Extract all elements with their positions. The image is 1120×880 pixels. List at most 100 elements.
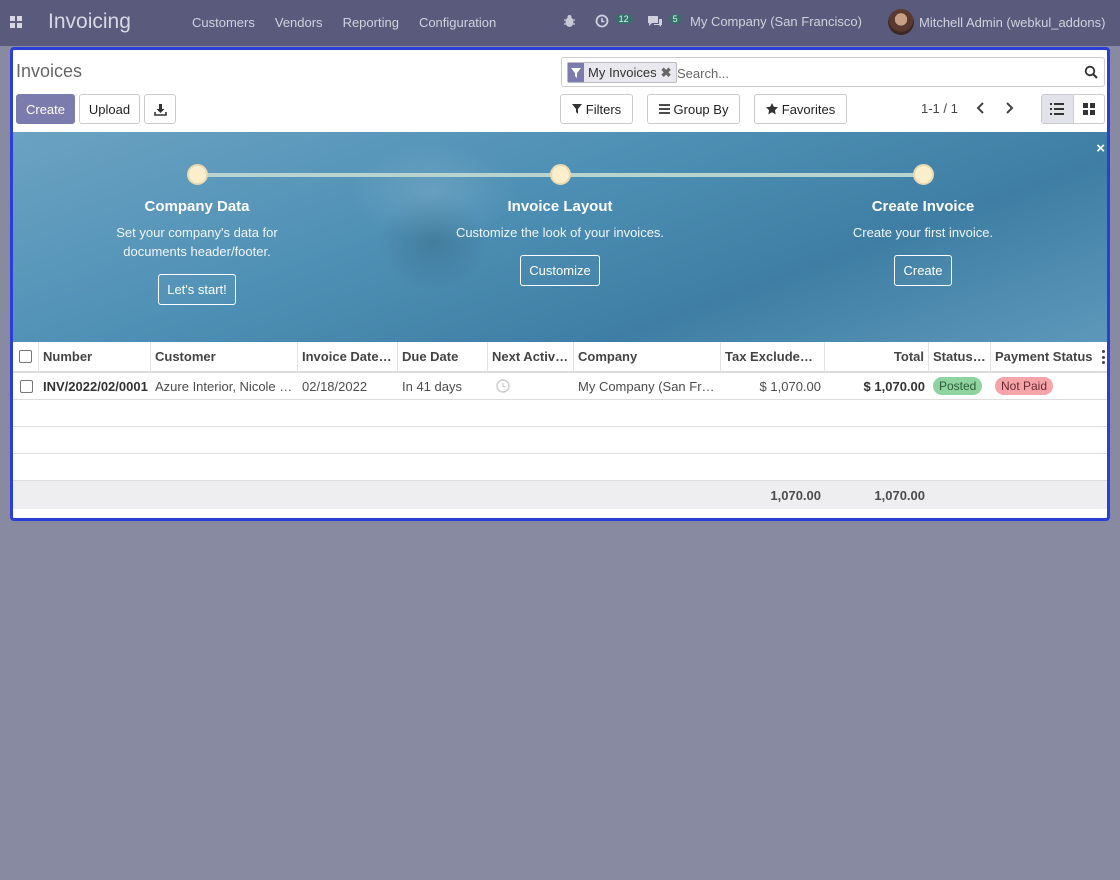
cell-total: $ 1,070.00 xyxy=(863,378,925,394)
page-title: Invoices xyxy=(16,61,83,81)
debug-bug-icon[interactable] xyxy=(563,14,576,31)
column-header-due-date[interactable]: Due Date xyxy=(398,342,488,371)
view-switcher xyxy=(1041,94,1105,124)
menu-item-vendors[interactable]: Vendors xyxy=(275,15,323,30)
payment-status-badge: Not Paid xyxy=(995,377,1054,395)
filter-funnel-icon xyxy=(568,63,584,82)
cell-next-activity[interactable] xyxy=(488,373,574,399)
cell-payment-status: Not Paid xyxy=(991,373,1107,399)
facet-remove-icon[interactable]: ✖ xyxy=(661,65,676,81)
column-header-next-activity[interactable]: Next Activ… xyxy=(488,342,574,371)
optional-columns-icon[interactable] xyxy=(1099,350,1107,364)
lets-start-button[interactable]: Let's start! xyxy=(158,274,236,305)
step-description-line2: documents header/footer. xyxy=(123,244,271,259)
step-dot-3 xyxy=(913,164,934,185)
invoice-table: Number Customer Invoice Date… Due Date N… xyxy=(13,342,1107,509)
menu-item-customers[interactable]: Customers xyxy=(192,15,255,30)
cell-tax-excluded: $ 1,070.00 xyxy=(759,378,821,394)
star-icon xyxy=(765,103,778,115)
cell-invoice-date: 02/18/2022 xyxy=(302,378,368,394)
activity-badge: 12 xyxy=(614,14,633,24)
apps-menu-icon[interactable] xyxy=(10,16,23,28)
customize-button[interactable]: Customize xyxy=(520,255,600,286)
favorites-button[interactable]: Favorites xyxy=(754,94,847,124)
group-by-label: Group By xyxy=(673,101,729,117)
messages-chat-icon[interactable]: 5 xyxy=(647,14,682,31)
step-invoice-layout: Invoice Layout Customize the look of you… xyxy=(440,198,680,286)
column-header-number[interactable]: Number xyxy=(39,342,151,371)
create-button[interactable]: Create xyxy=(16,94,75,124)
search-icon[interactable] xyxy=(1084,65,1098,79)
footer-tax-excluded: 1,070.00 xyxy=(770,487,821,503)
step-description: Create your first invoice. xyxy=(852,225,994,240)
chevron-left-icon[interactable] xyxy=(973,100,989,116)
search-bar: My Invoices ✖ xyxy=(561,57,1105,87)
filter-icon xyxy=(571,104,582,114)
column-header-company[interactable]: Company xyxy=(574,342,721,371)
upload-button[interactable]: Upload xyxy=(79,94,140,124)
favorites-label: Favorites xyxy=(781,101,836,117)
column-header-payment-status[interactable]: Payment Status xyxy=(991,342,1107,371)
avatar xyxy=(888,9,914,35)
pager-value[interactable]: 1-1 / 1 xyxy=(921,101,958,116)
column-header-customer[interactable]: Customer xyxy=(151,342,298,371)
app-brand[interactable]: Invoicing xyxy=(48,10,131,34)
top-navbar: Invoicing Customers Vendors Reporting Co… xyxy=(0,0,1120,46)
select-all-checkbox[interactable] xyxy=(19,350,32,363)
table-header: Number Customer Invoice Date… Due Date N… xyxy=(13,342,1107,373)
banner-close-icon[interactable]: × xyxy=(1096,140,1105,157)
kanban-view-icon[interactable] xyxy=(1074,95,1105,123)
cell-status: Posted xyxy=(929,373,991,399)
empty-row xyxy=(13,427,1107,454)
row-checkbox-cell[interactable] xyxy=(13,373,39,399)
table-footer: 1,070.00 1,070.00 xyxy=(13,481,1107,509)
filters-label: Filters xyxy=(585,101,622,117)
column-header-total[interactable]: Total xyxy=(825,342,929,371)
create-invoice-button[interactable]: Create xyxy=(894,255,952,286)
column-header-invoice-date[interactable]: Invoice Date… xyxy=(298,342,398,371)
step-create-invoice: Create Invoice Create your first invoice… xyxy=(803,198,1043,286)
activity-clock-icon[interactable]: 12 xyxy=(595,14,633,31)
menu-item-reporting[interactable]: Reporting xyxy=(343,15,399,30)
bars-icon xyxy=(658,104,670,114)
footer-total: 1,070.00 xyxy=(874,487,925,503)
search-input[interactable] xyxy=(677,62,1077,84)
user-menu[interactable]: Mitchell Admin (webkul_addons) xyxy=(888,9,1105,35)
menu-item-configuration[interactable]: Configuration xyxy=(419,15,496,30)
filters-button[interactable]: Filters xyxy=(560,94,633,124)
step-title: Create Invoice xyxy=(871,198,975,215)
column-header-tax-excluded[interactable]: Tax Exclude… xyxy=(721,342,825,371)
step-company-data: Company Data Set your company's data for… xyxy=(77,198,317,305)
download-icon xyxy=(153,103,167,116)
facet-label: My Invoices xyxy=(588,65,657,80)
table-row[interactable]: INV/2022/02/0001 Azure Interior, Nicole … xyxy=(13,373,1107,400)
empty-row xyxy=(13,400,1107,427)
user-name: Mitchell Admin (webkul_addons) xyxy=(919,14,1106,30)
column-header-status[interactable]: Status… xyxy=(929,342,991,371)
activity-clock-icon[interactable] xyxy=(496,379,510,393)
cell-company: My Company (San Fr… xyxy=(578,378,715,394)
step-title: Company Data xyxy=(144,198,250,215)
step-description: Set your company's data for xyxy=(116,225,278,240)
cell-customer: Azure Interior, Nicole … xyxy=(155,378,293,394)
empty-row xyxy=(13,454,1107,481)
row-checkbox[interactable] xyxy=(19,379,33,393)
chevron-right-icon[interactable] xyxy=(1001,100,1017,116)
status-badge: Posted xyxy=(933,377,983,395)
select-all-checkbox-cell[interactable] xyxy=(13,342,39,371)
invoice-list-panel: Invoices Create Upload My Invoices ✖ Fil… xyxy=(10,47,1110,521)
step-dot-2 xyxy=(550,164,571,185)
search-facet: My Invoices ✖ xyxy=(567,62,677,83)
step-dot-1 xyxy=(187,164,208,185)
group-by-button[interactable]: Group By xyxy=(647,94,740,124)
main-menu: Customers Vendors Reporting Configuratio… xyxy=(192,15,496,30)
step-description: Customize the look of your invoices. xyxy=(455,225,665,240)
download-button[interactable] xyxy=(144,94,176,124)
messages-badge: 5 xyxy=(668,14,682,24)
cell-due-date: In 41 days xyxy=(402,378,462,394)
list-view-icon[interactable] xyxy=(1042,95,1074,123)
company-switcher[interactable]: My Company (San Francisco) xyxy=(690,14,862,29)
cell-number: INV/2022/02/0001 xyxy=(43,378,148,394)
onboarding-banner: × Company Data Set your company's data f… xyxy=(13,132,1107,342)
step-title: Invoice Layout xyxy=(507,198,613,215)
